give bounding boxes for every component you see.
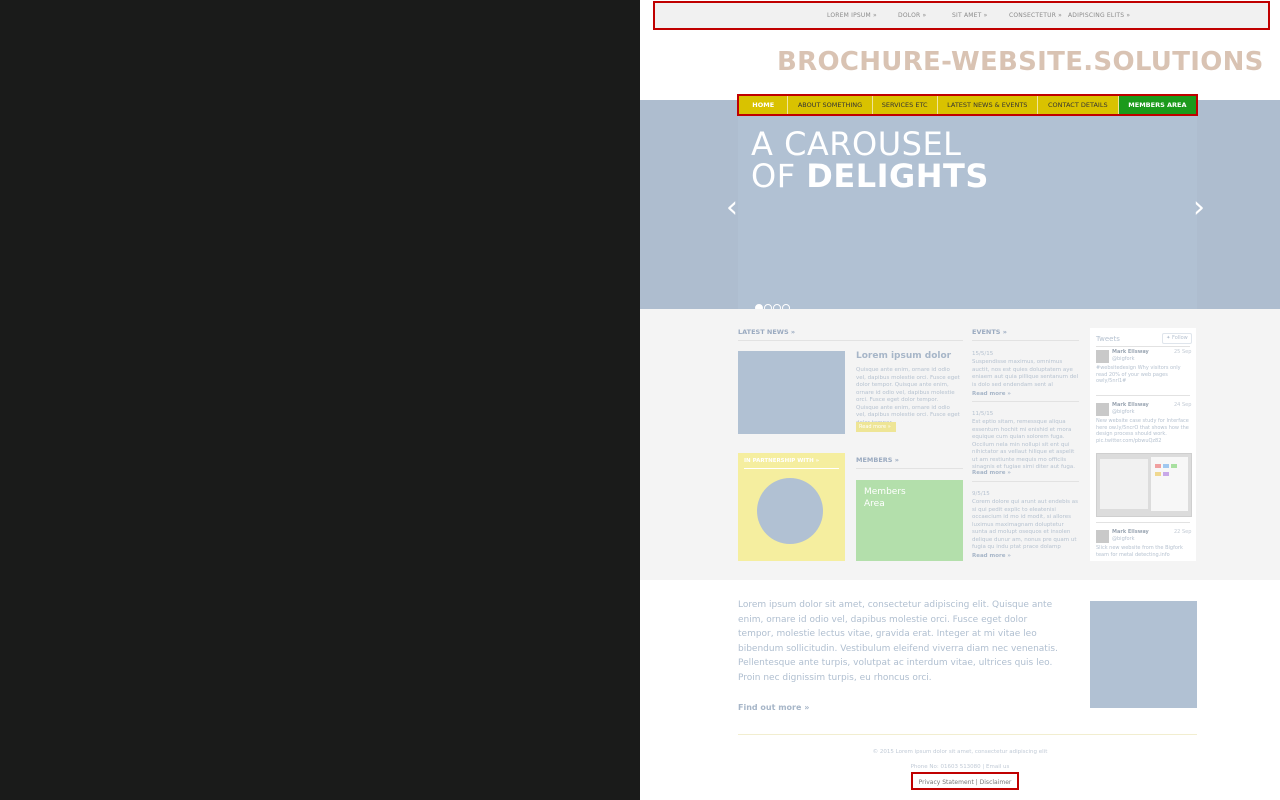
news-body: Quisque ante enim, ornare id odio vel, d… [856,367,960,426]
topnav-adipiscing-elits[interactable]: ADIPISCING ELITS » [1068,12,1130,19]
tweet-date[interactable]: 25 Sep [1174,349,1191,355]
tweets-divider [1096,346,1190,347]
tweet-text: #websitedesign Why visitors only read 20… [1096,365,1181,384]
tweet-text: Slick new website from the Bigfork team … [1096,545,1183,558]
nav-about-something[interactable]: ABOUT SOMETHING [788,96,873,114]
nav-services-etc[interactable]: SERVICES ETC [873,96,938,114]
tweet-divider [1096,395,1190,396]
tweet-date[interactable]: 24 Sep [1174,402,1191,408]
color-chip [1163,472,1169,476]
color-chip [1163,464,1169,468]
news-title[interactable]: Lorem ipsum dolor [856,351,951,361]
partnership-divider [744,468,839,469]
nav-home[interactable]: HOME [739,96,789,114]
latest-news-heading[interactable]: LATEST NEWS » [738,328,795,336]
partnership-panel: IN PARTNERSHIP WITH » [738,453,845,561]
follow-label: Follow [1172,335,1188,341]
tweet-handle[interactable]: @bigfork [1112,536,1135,542]
headline-line-2: OF DELIGHTS [751,160,989,192]
headline-light: OF [751,157,807,195]
dark-empty-pane [0,0,640,800]
tweet-date[interactable]: 22 Sep [1174,529,1191,535]
partner-logo-placeholder[interactable] [757,478,823,544]
website-page: LOREM IPSUM » DOLOR » SIT AMET » CONSECT… [640,0,1280,800]
news-read-more-button[interactable]: Read more » [856,422,896,432]
event-read-more[interactable]: Read more » [972,470,1011,476]
footer-divider [738,734,1197,735]
event-date: 9/5/15 [972,491,990,497]
topnav-dolor[interactable]: DOLOR » [898,12,926,19]
nav-contact-details[interactable]: CONTACT DETAILS [1038,96,1119,114]
hero-side-left [640,100,738,309]
color-chip [1155,464,1161,468]
members-heading[interactable]: MEMBERS » [856,456,899,464]
topnav-consectetur[interactable]: CONSECTETUR » [1009,12,1062,19]
screenshot-pane [1100,459,1148,509]
tweet-media-image[interactable] [1096,453,1192,517]
tweet-text: New website case study for Interface her… [1096,418,1189,444]
carousel-headline: A CAROUSEL OF DELIGHTS [751,128,989,192]
tweet-handle[interactable]: @bigfork [1112,409,1135,415]
event-text: Suspendisse maximus, omnimus auctit, nos… [972,359,1079,388]
carousel-prev-icon[interactable]: ‹ [726,190,738,225]
event-date: 11/5/15 [972,411,994,417]
carousel-next-icon[interactable]: › [1193,190,1205,225]
tweet-avatar[interactable] [1096,403,1109,416]
headline-line-1: A CAROUSEL [751,125,962,163]
members-area-tile[interactable]: Members Area [856,480,963,561]
color-chip [1155,472,1161,476]
find-out-more-link[interactable]: Find out more » [738,703,809,712]
tweets-heading: Tweets [1096,335,1120,343]
event-divider [972,481,1079,482]
tweet-handle[interactable]: @bigfork [1112,356,1135,362]
intro-paragraph: Lorem ipsum dolor sit amet, consectetur … [738,600,1058,683]
hero-side-right [1197,100,1280,309]
event-divider [972,401,1079,402]
event-text: Est eptio sitam, remessque aliqua essent… [972,419,1075,470]
tweet-author[interactable]: Mark Ellsway [1112,529,1149,535]
event-date: 15/5/15 [972,351,994,357]
event-read-more[interactable]: Read more » [972,391,1011,397]
twitter-follow-button[interactable]: ✦ Follow [1162,333,1192,344]
topnav-sit-amet[interactable]: SIT AMET » [952,12,987,19]
color-chip [1171,464,1177,468]
partnership-heading[interactable]: IN PARTNERSHIP WITH » [744,458,819,464]
nav-members-area[interactable]: MEMBERS AREA [1118,96,1196,114]
tweet-author[interactable]: Mark Ellsway [1112,349,1149,355]
members-area-label: Members Area [864,487,906,509]
event-text: Corem dolore qui arunt aut endebis as si… [972,499,1078,550]
main-nav-bar: HOME ABOUT SOMETHING SERVICES ETC LATEST… [737,94,1198,116]
copyright-text: © 2015 Lorem ipsum dolor sit amet, conse… [872,749,1048,755]
contact-line[interactable]: Phone No: 01603 513080 | Email us [640,764,1280,770]
nav-latest-news-events[interactable]: LATEST NEWS & EVENTS [938,96,1038,114]
members-divider [856,468,963,469]
events-divider [972,340,1079,341]
feature-image-placeholder[interactable] [1090,601,1197,708]
site-logo-text[interactable]: BROCHURE-WEBSITE.SOLUTIONS [777,47,1264,77]
tweet-author[interactable]: Mark Ellsway [1112,402,1149,408]
top-utility-nav: LOREM IPSUM » DOLOR » SIT AMET » CONSECT… [653,1,1270,30]
headline-bold: DELIGHTS [806,157,989,195]
event-read-more[interactable]: Read more » [972,553,1011,559]
news-thumbnail[interactable] [738,351,845,434]
twitter-widget: Tweets ✦ Follow Mark Ellsway @bigfork 25… [1090,328,1196,561]
news-divider [738,340,963,341]
tweet-avatar[interactable] [1096,530,1109,543]
tweet-divider [1096,522,1190,523]
events-heading[interactable]: EVENTS » [972,328,1007,336]
tweet-avatar[interactable] [1096,350,1109,363]
privacy-disclaimer-links[interactable]: Privacy Statement | Disclaimer [911,772,1019,790]
topnav-lorem-ipsum[interactable]: LOREM IPSUM » [827,12,877,19]
